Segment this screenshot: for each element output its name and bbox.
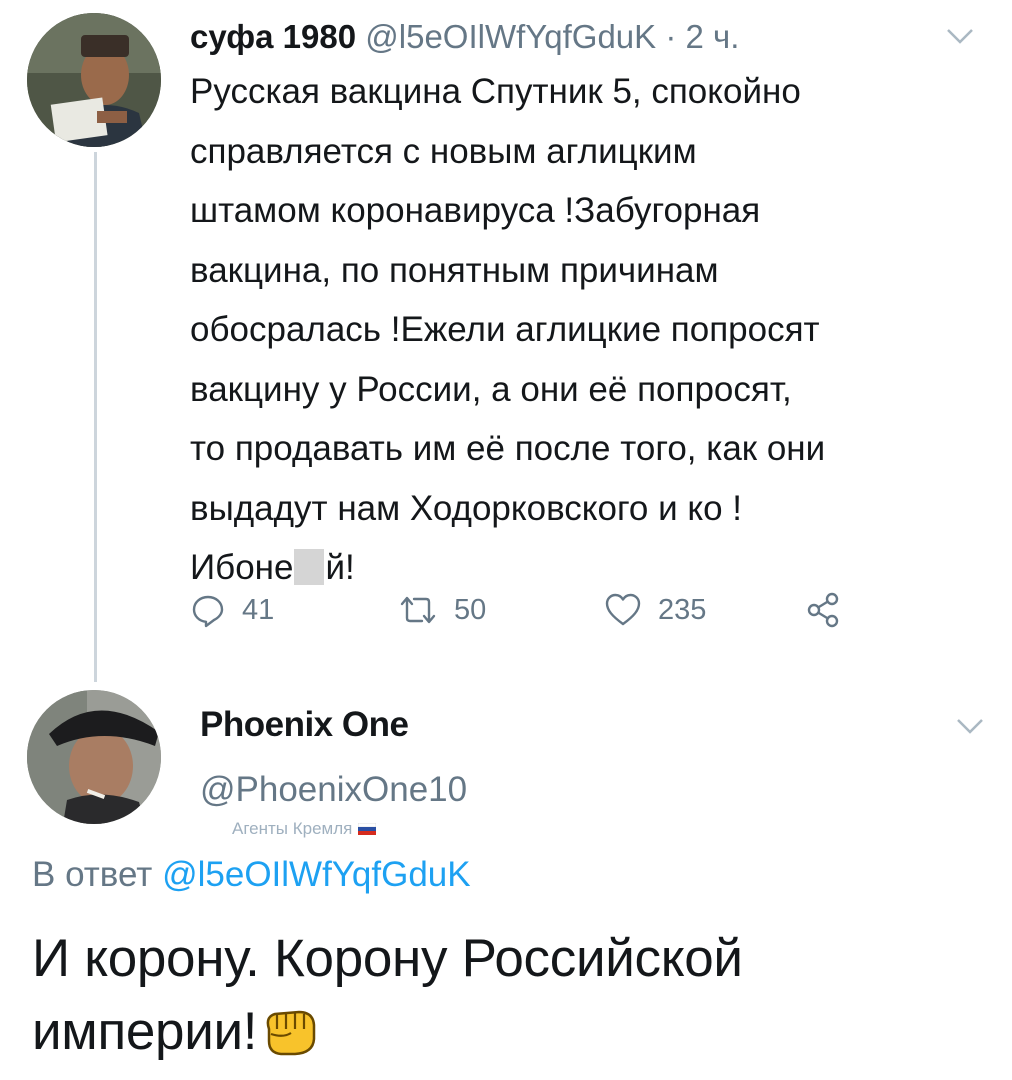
reply-icon (192, 595, 224, 628)
raised-fist-emoji (266, 1010, 316, 1056)
tweet-1-line: вакцину у России, а они её попросят, (190, 369, 792, 409)
tweet-2-menu-chevron-down-icon[interactable] (955, 716, 985, 736)
tweet-2-display-name[interactable]: Phoenix One (200, 702, 409, 748)
reply-prefix: В ответ (32, 855, 153, 894)
reply-to-handle-link[interactable]: @l5eOIlWfYqfGduK (162, 855, 471, 894)
tweet-2-handle[interactable]: @PhoenixOne10 (200, 766, 467, 814)
tweet-1-text: Русская вакцина Спутник 5, спокойно спра… (190, 62, 990, 598)
avatar-user-2[interactable] (27, 690, 161, 824)
tweet-1-line: вакцина, по понятным причинам (190, 250, 719, 290)
thread-connector-line (94, 152, 97, 682)
tweet-1-separator: · (665, 18, 677, 55)
share-button[interactable] (806, 588, 840, 632)
tweet-1-last-line-end: й! (325, 548, 355, 587)
share-icon (807, 592, 839, 628)
avatar-image-2 (27, 690, 161, 824)
tweet-1-menu-chevron-down-icon[interactable] (945, 26, 975, 46)
tweet-1-display-name[interactable]: суфа 1980 (190, 18, 356, 55)
tweet-2-text: И корону. Корону Российской империи! (32, 922, 992, 1068)
tweet-1-handle[interactable]: @l5eOIlWfYqfGduK (365, 18, 656, 55)
tweet-1-line: выдадут нам Ходорковского и ко ! (190, 488, 743, 528)
censor-blur-block (294, 549, 325, 585)
reply-count: 41 (242, 594, 275, 626)
reply-button[interactable]: 41 (190, 588, 274, 632)
like-icon (605, 593, 641, 626)
avatar-user-1[interactable] (27, 13, 161, 147)
avatar-image-1 (27, 13, 161, 147)
like-button[interactable]: 235 (604, 588, 706, 632)
tweet-1-line: то продавать им её после того, как они (190, 429, 826, 468)
badge-text: Агенты Кремля (232, 819, 353, 838)
tweet-1-action-bar: 41 50 235 (190, 588, 870, 632)
tweet-1-line: штамом коронавируса !Забугорная (190, 191, 761, 230)
tweet-1-time[interactable]: 2 ч. (686, 18, 740, 55)
tweet-2-line-2-wrap: империи! (32, 995, 992, 1068)
tweet-1-line: обосралась !Ежели аглицкие попросят (190, 310, 820, 349)
reply-context: В ответ @l5eOIlWfYqfGduK (32, 850, 471, 900)
tweet-1-line: справляется с новым аглицким (190, 131, 697, 171)
retweet-count: 50 (454, 594, 487, 626)
tweet-1-last-line-start: Ибоне (190, 548, 294, 587)
retweet-icon (400, 596, 436, 624)
user-badge: Агенты Кремля (232, 818, 377, 840)
tweet-1-header: суфа 1980 @l5eOIlWfYqfGduK · 2 ч. (190, 14, 970, 60)
russian-flag-icon (358, 823, 377, 835)
tweet-1-line: Русская вакцина Спутник 5, спокойно (190, 72, 801, 111)
tweet-2-line-2: империи! (32, 1002, 258, 1061)
retweet-button[interactable]: 50 (398, 588, 486, 632)
like-count: 235 (658, 594, 707, 626)
tweet-2-line-1: И корону. Корону Российской (32, 929, 743, 988)
